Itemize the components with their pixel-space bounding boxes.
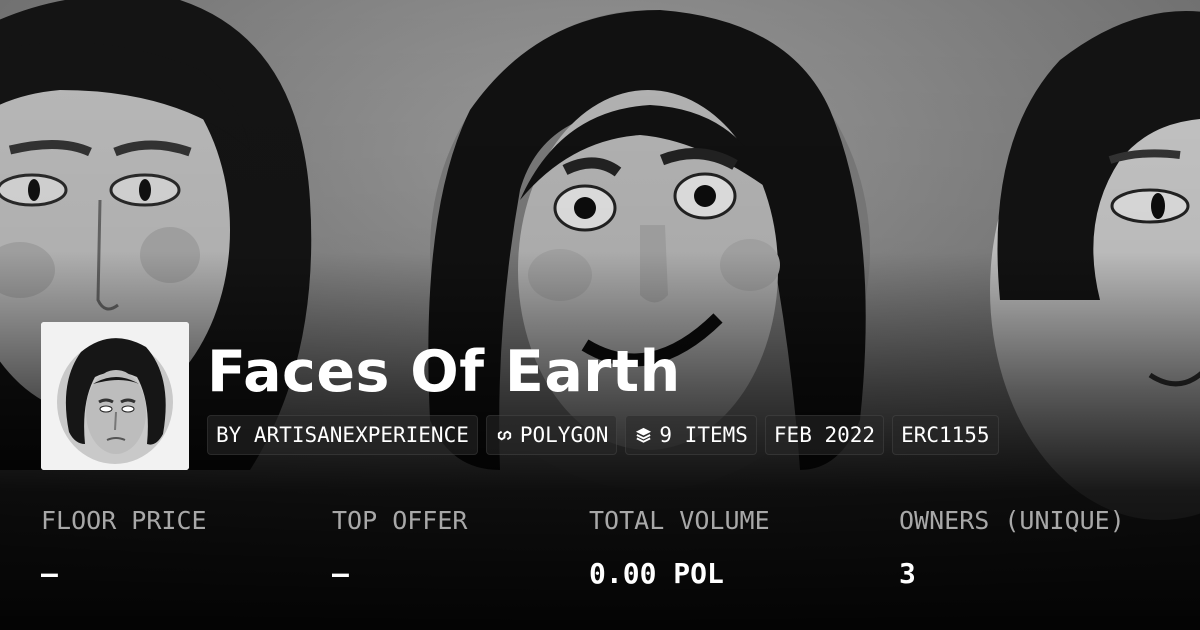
stat-label: TOTAL VOLUME — [589, 506, 770, 535]
layers-icon — [636, 427, 652, 443]
stat-owners-unique: OWNERS (UNIQUE) 3 — [899, 504, 1125, 592]
creator-label: BY ARTISANEXPERIENCE — [216, 423, 469, 447]
stat-label: OWNERS (UNIQUE) — [899, 506, 1125, 535]
stat-value: — — [332, 557, 349, 590]
stat-value: — — [41, 557, 58, 590]
polygon-chain-icon — [497, 430, 512, 440]
stat-value: 3 — [899, 557, 916, 590]
stat-label: TOP OFFER — [332, 506, 468, 535]
collection-meta-chips: BY ARTISANEXPERIENCE POLYGON 9 ITEMS FEB… — [207, 415, 999, 455]
creator-chip[interactable]: BY ARTISANEXPERIENCE — [207, 415, 478, 455]
stat-label: FLOOR PRICE — [41, 506, 207, 535]
collection-avatar — [41, 322, 189, 470]
stat-top-offer: TOP OFFER — — [332, 504, 467, 592]
collection-share-card: Faces Of Earth BY ARTISANEXPERIENCE POLY… — [0, 0, 1200, 630]
created-date-label: FEB 2022 — [773, 423, 876, 447]
token-standard-label: ERC1155 — [901, 423, 990, 447]
token-standard-chip: ERC1155 — [892, 415, 999, 455]
chain-chip[interactable]: POLYGON — [485, 415, 618, 455]
created-date-chip: FEB 2022 — [764, 415, 885, 455]
items-count-label: 9 ITEMS — [659, 423, 748, 447]
stat-floor-price: FLOOR PRICE — — [41, 504, 207, 592]
collection-avatar-artwork — [41, 322, 189, 470]
collection-title: Faces Of Earth — [207, 339, 681, 405]
items-count-chip: 9 ITEMS — [625, 415, 757, 455]
stat-value: 0.00 POL — [589, 557, 724, 590]
stat-total-volume: TOTAL VOLUME 0.00 POL — [589, 504, 770, 592]
chain-label: POLYGON — [519, 423, 609, 447]
